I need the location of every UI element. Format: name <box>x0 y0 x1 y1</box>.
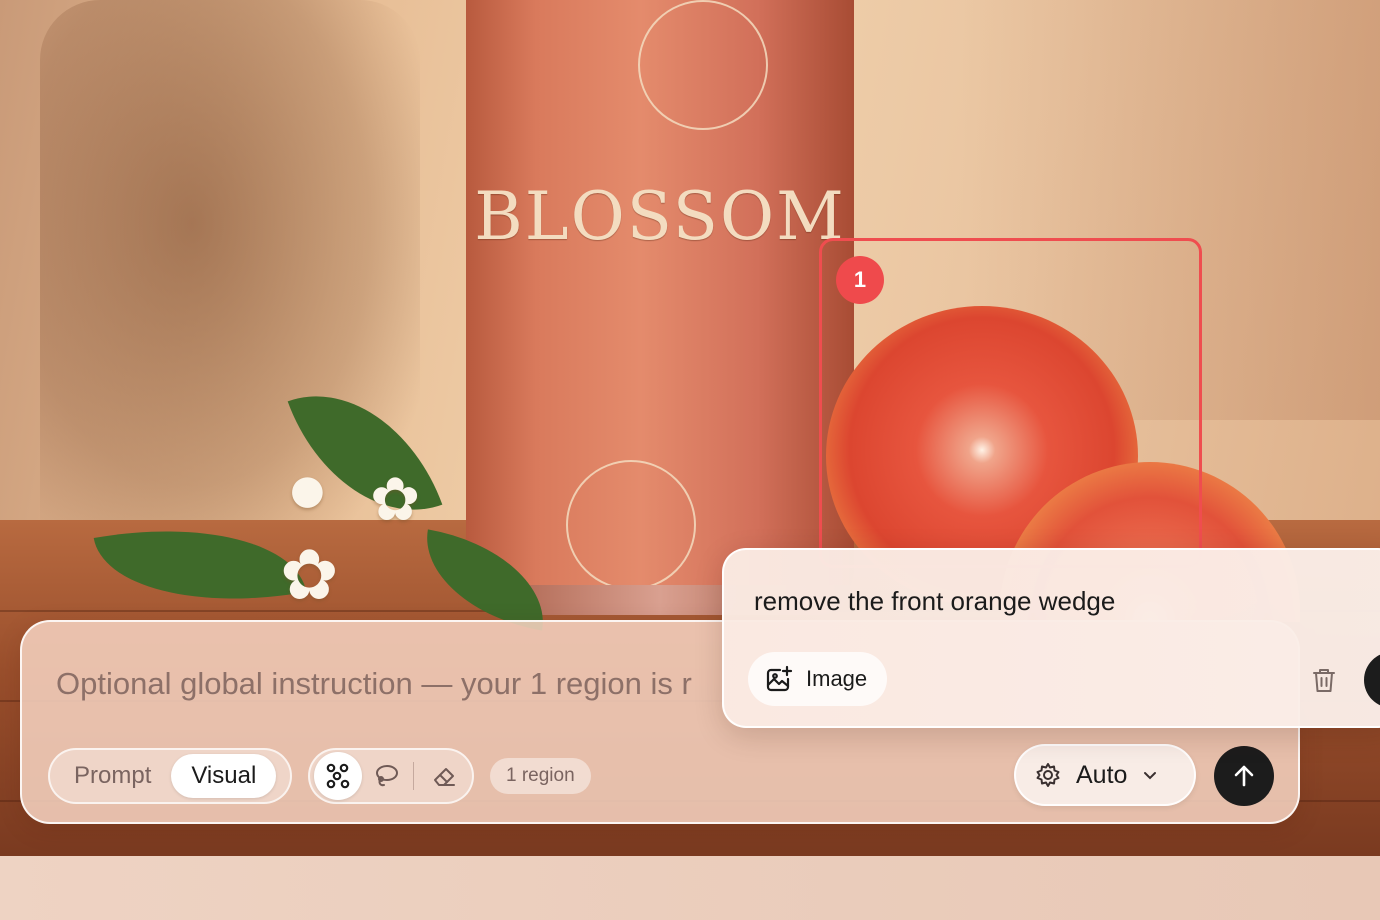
mode-toggle: Prompt Visual <box>48 748 292 804</box>
chevron-down-icon <box>1144 772 1157 780</box>
eraser-icon <box>434 768 456 786</box>
selection-tools <box>308 748 474 804</box>
region-prompt-text[interactable]: remove the front orange wedge <box>754 586 1115 617</box>
model-selector-button[interactable]: Auto <box>1014 744 1196 806</box>
eraser-tool[interactable] <box>420 752 468 800</box>
beverage-can: BLOSSOM <box>466 0 854 610</box>
lasso-icon <box>375 765 398 787</box>
orange-blossom-flower: ✿ <box>370 465 421 535</box>
lasso-tool[interactable] <box>362 752 410 800</box>
region-edit-popover: remove the front orange wedge Image <box>722 548 1380 728</box>
model-selector-label: Auto <box>1076 760 1128 789</box>
global-instruction-input[interactable] <box>56 664 736 704</box>
select-points-icon <box>326 763 350 789</box>
region-count-badge: 1 region <box>490 758 591 794</box>
select-points-tool[interactable] <box>314 752 362 800</box>
bottom-strip <box>0 856 1380 920</box>
can-brand-text: BLOSSOM <box>474 178 846 255</box>
tool-divider <box>413 762 415 790</box>
image-add-icon <box>766 665 793 692</box>
region-number-badge[interactable]: 1 <box>836 256 884 304</box>
delete-region-button[interactable] <box>1306 662 1342 698</box>
region-send-button[interactable] <box>1364 652 1380 708</box>
add-image-button[interactable]: Image <box>748 652 888 706</box>
mode-prompt-button[interactable]: Prompt <box>54 754 171 798</box>
mode-visual-button[interactable]: Visual <box>171 754 277 798</box>
send-button[interactable] <box>1214 746 1274 806</box>
orange-blossom-flower: ✿ <box>280 534 339 616</box>
add-image-label: Image <box>806 666 868 691</box>
gear-icon <box>1036 763 1060 787</box>
trash-icon <box>1313 669 1335 692</box>
arrow-up-icon <box>1234 765 1254 787</box>
flower-bud: ● <box>290 467 325 513</box>
can-orange-illustration <box>638 0 768 130</box>
can-orange-illustration <box>566 460 696 590</box>
